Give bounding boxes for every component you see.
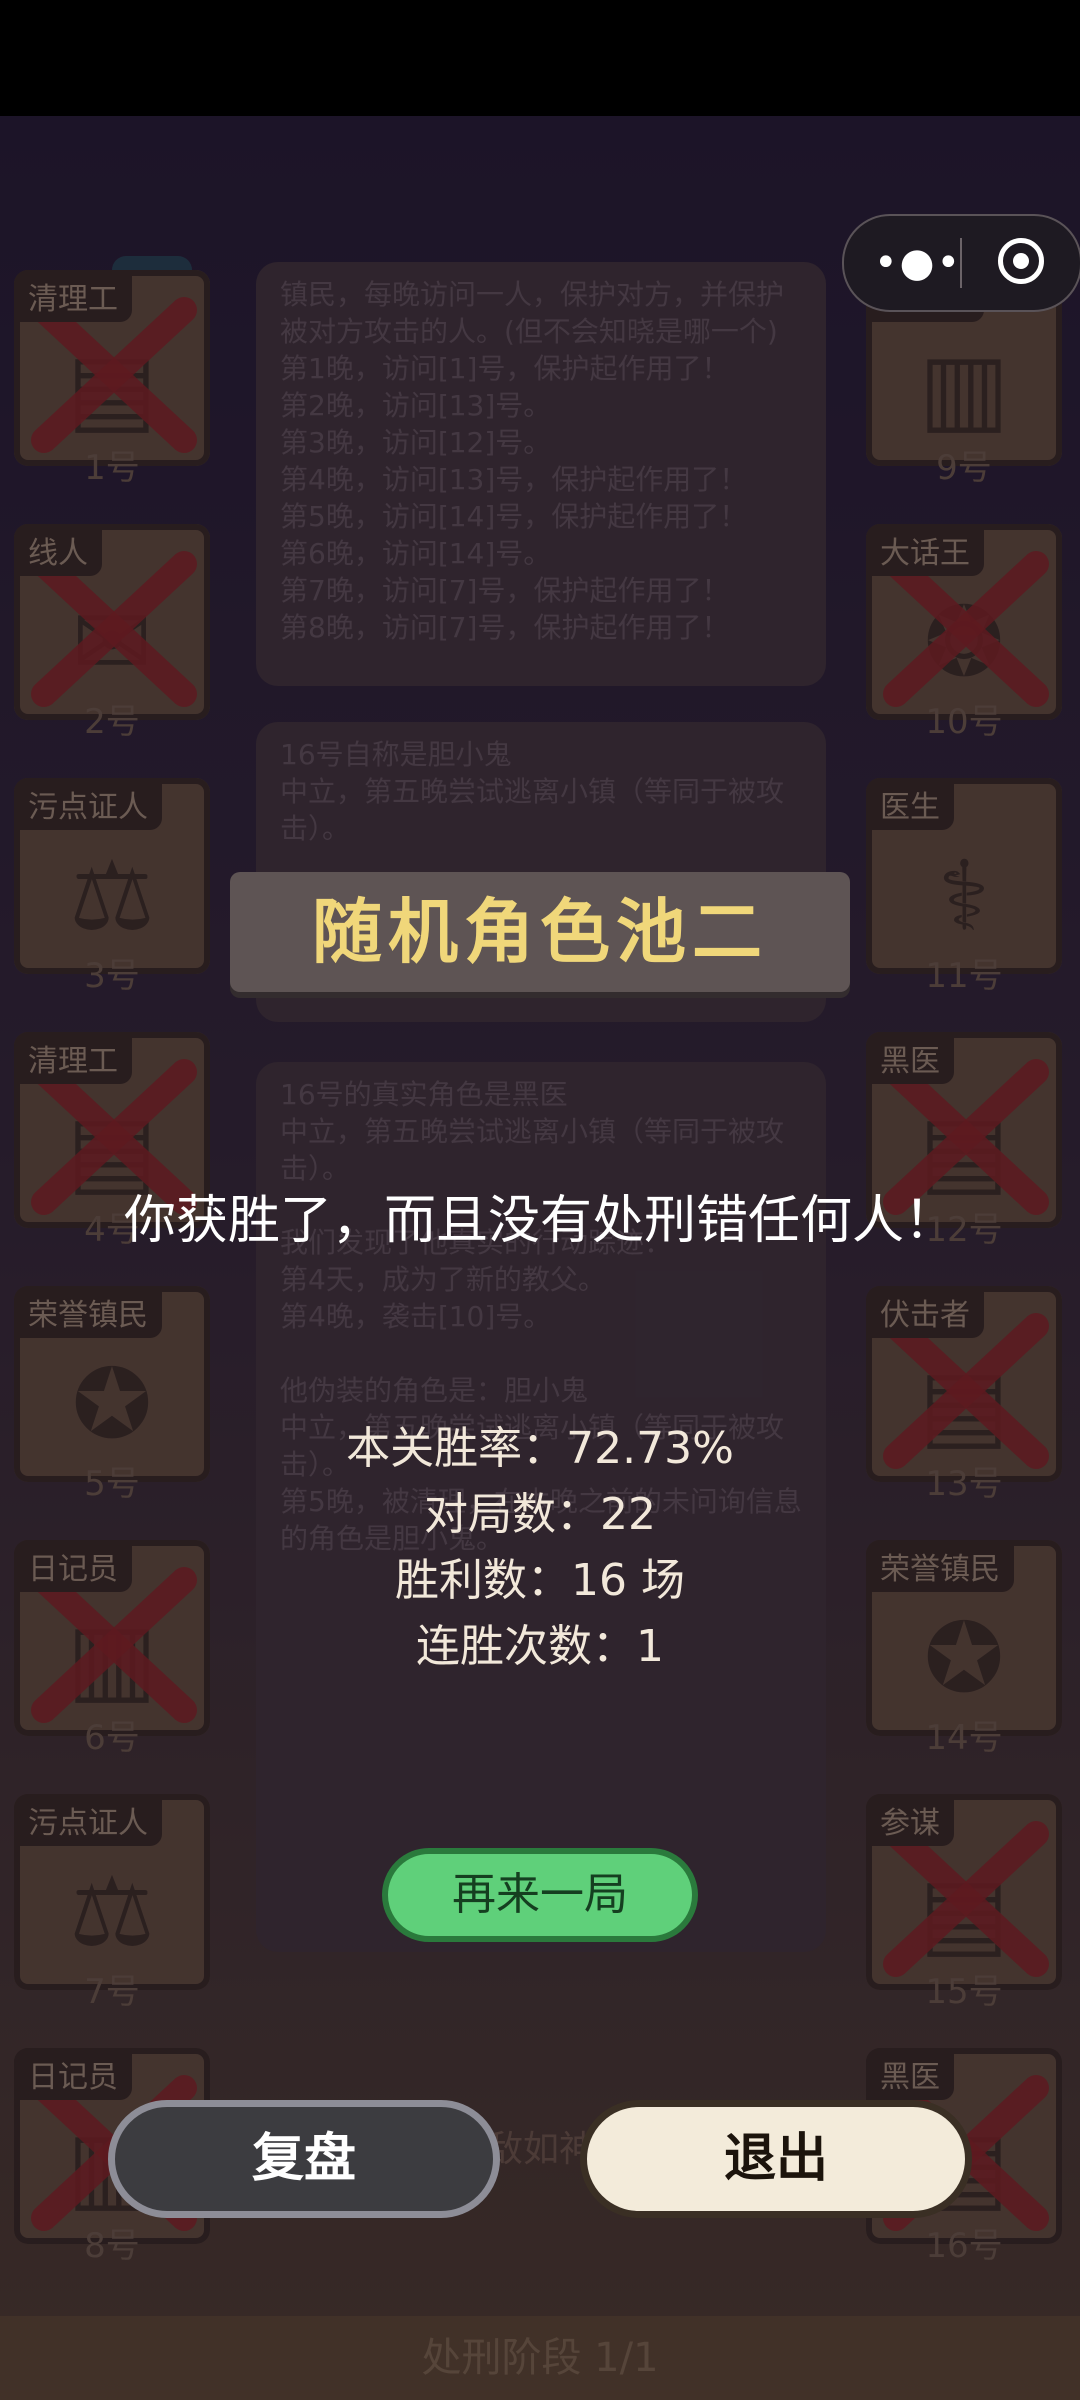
stat-streak: 连胜次数：1	[416, 1621, 664, 1672]
capsule-divider	[960, 238, 962, 288]
play-again-button[interactable]: 再来一局	[382, 1848, 698, 1942]
result-message: 你获胜了，而且没有处刑错任何人！	[123, 1191, 956, 1251]
stat-win-rate: 本关胜率：72.73%	[346, 1423, 734, 1474]
pool-title-banner: 随机角色池二	[230, 872, 850, 992]
replay-button[interactable]: 复盘	[108, 2100, 500, 2218]
close-target-icon[interactable]	[998, 238, 1044, 284]
more-icon[interactable]: •●•	[874, 238, 960, 288]
exit-button[interactable]: 退出	[580, 2100, 972, 2218]
mini-program-capsule: •●•	[842, 214, 1080, 312]
stat-games: 对局数：22	[424, 1489, 656, 1540]
stat-wins: 胜利数：16 场	[395, 1555, 685, 1606]
status-bar	[0, 0, 1080, 116]
